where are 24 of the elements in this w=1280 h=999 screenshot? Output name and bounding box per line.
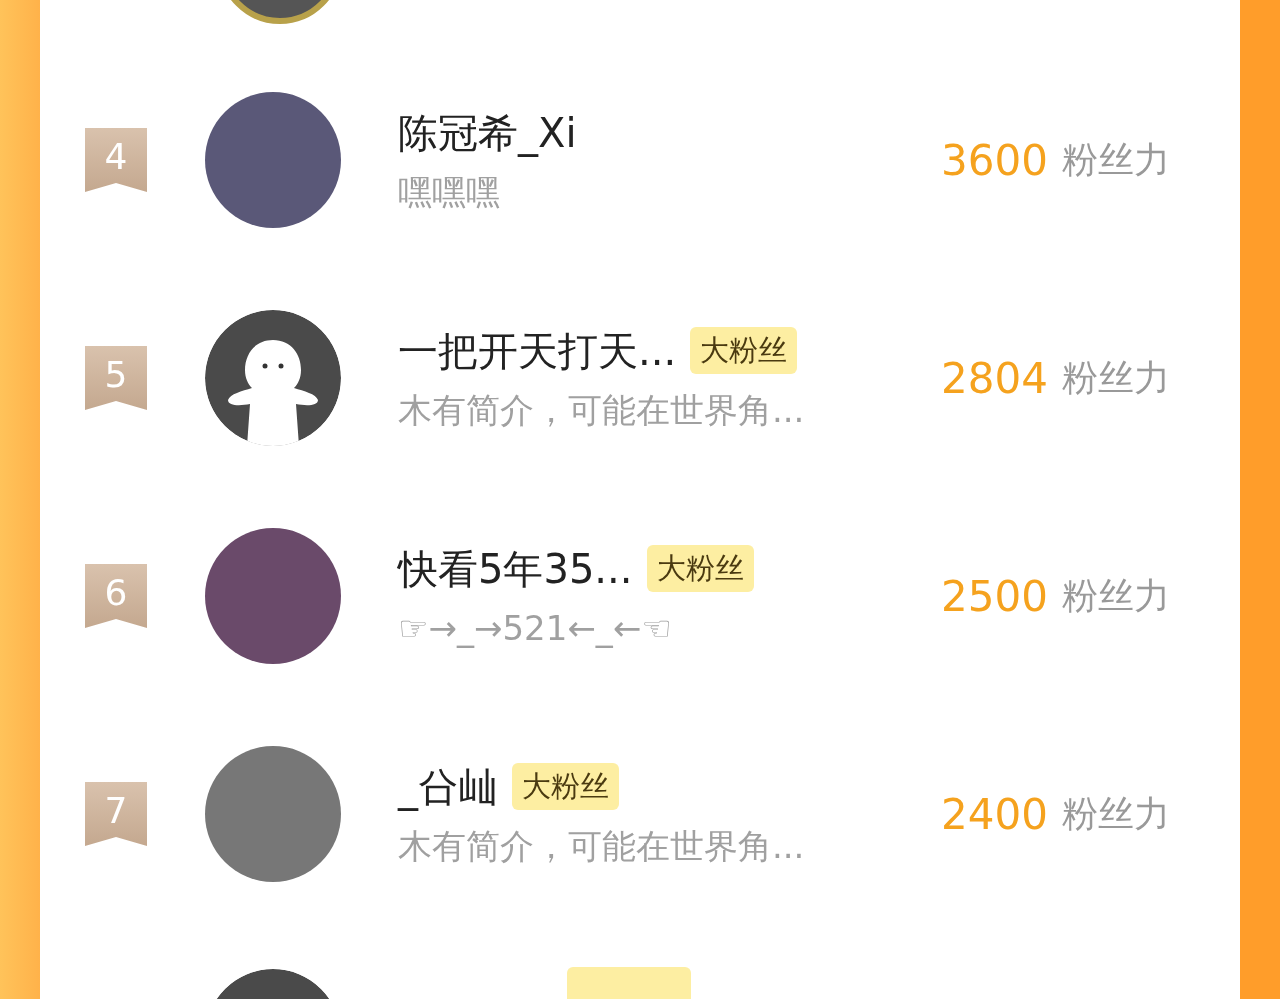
score-unit: 粉丝力 (1062, 574, 1170, 618)
fan-score: 3600 (941, 134, 1048, 187)
user-bio: 木有简介，可能在世界角... (398, 824, 806, 868)
fan-badge: 大粉丝 (646, 544, 754, 593)
default-avatar-icon (205, 310, 341, 446)
user-name: 快看5年35... (398, 544, 633, 594)
fan-badge: 大粉丝 (690, 326, 798, 375)
user-bio: 木有简介，可能在世界角... (398, 388, 806, 432)
score-unit: 粉丝力 (1062, 356, 1170, 400)
user-bio: ☞→_→521←_←☜ (398, 606, 673, 650)
user-name: 一把开天打天... (398, 326, 677, 376)
fan-badge: 大粉丝 (512, 762, 619, 811)
rank-ribbon: 5 (85, 346, 147, 410)
fan-score: 2500 (941, 570, 1048, 623)
fan-score: 2400 (941, 788, 1048, 841)
user-name: _㕣屾 (398, 762, 498, 813)
user-name: 陈冠希_Xi (398, 108, 577, 159)
rank-ribbon: 7 (85, 782, 147, 846)
fan-score: 2804 (941, 352, 1048, 405)
rank-ribbon: 4 (85, 128, 147, 192)
user-bio: 嘿嘿嘿 (398, 170, 501, 214)
score-unit: 粉丝力 (1062, 138, 1170, 182)
score-unit: 粉丝力 (1062, 792, 1170, 836)
rank-ribbon: 6 (85, 564, 147, 628)
